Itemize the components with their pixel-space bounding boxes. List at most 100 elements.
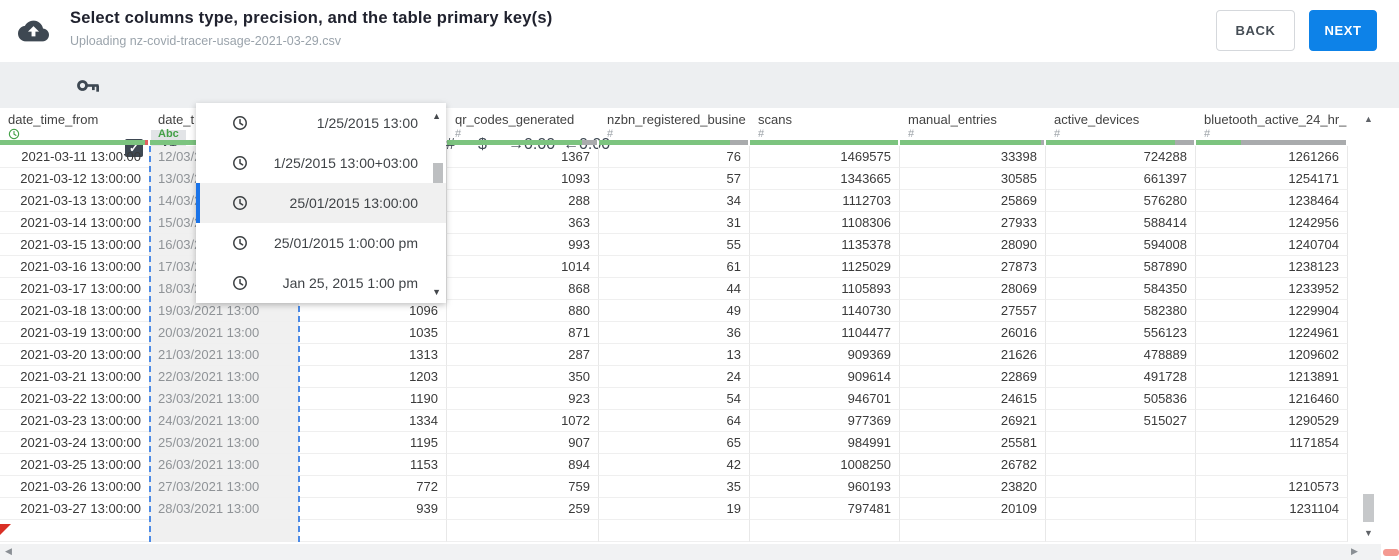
table-cell: 2021-03-24 13:00:00 [0,432,150,454]
date-format-option[interactable]: 1/25/2015 13:00+03:00 [196,143,446,183]
table-cell: 923 [447,388,599,410]
table-cell: 20109 [900,498,1046,520]
table-cell: 13 [599,344,750,366]
table-cell: 984991 [750,432,900,454]
table-cell: 1104477 [750,322,900,344]
table-cell: 1171854 [1196,432,1348,454]
table-cell: 28090 [900,234,1046,256]
table-cell: 1313 [299,344,447,366]
table-row: 2021-03-27 13:00:00 28/03/2021 13:00 939 25… [0,498,1348,520]
table-cell: 1153 [299,454,447,476]
table-cell: 1190 [299,388,447,410]
column-header-date_time_from[interactable]: date_time_from [0,108,150,140]
table-cell: 588414 [1046,212,1196,234]
table-cell: 491728 [1046,366,1196,388]
table-cell: 880 [447,300,599,322]
date-format-label: Jan 25, 2015 1:00 pm [282,275,418,291]
table-cell [1046,454,1196,476]
scroll-left-icon[interactable]: ◀ [5,546,12,557]
table-cell: 909369 [750,344,900,366]
table-cell: 19/03/2021 13:00 [150,300,299,322]
table-cell: 21626 [900,344,1046,366]
dropdown-scroll-down-icon[interactable]: ▼ [432,287,441,297]
table-cell: 1035 [299,322,447,344]
table-cell: 23820 [900,476,1046,498]
column-header-active_devices[interactable]: active_devices # [1046,108,1196,140]
date-format-option[interactable]: Jan 25, 2015 1:00 pm [196,263,446,303]
table-cell: 871 [447,322,599,344]
table-cell: 1261266 [1196,146,1348,168]
table-cell: 2021-03-27 13:00:00 [0,498,150,520]
table-cell: 1238123 [1196,256,1348,278]
table-cell: 26/03/2021 13:00 [150,454,299,476]
vertical-scrollbar[interactable]: ▲ ▼ [1360,108,1380,544]
table-cell: 909614 [750,366,900,388]
app-header: Select columns type, precision, and the … [0,0,1399,62]
next-button[interactable]: NEXT [1309,10,1377,51]
date-format-option[interactable]: 1/25/2015 13:00 [196,103,446,143]
table-cell: 1195 [299,432,447,454]
table-cell: 64 [599,410,750,432]
cloud-upload-icon [17,18,49,49]
primary-key-icon[interactable] [76,77,101,99]
table-cell: 28069 [900,278,1046,300]
table-cell: 907 [447,432,599,454]
table-cell: 939 [299,498,447,520]
table-cell: 946701 [750,388,900,410]
date-format-label: 1/25/2015 13:00 [316,115,418,131]
horizontal-scrollbar[interactable]: ◀ ▶ [0,544,1381,560]
column-header-bluetooth_active_24_hr_[interactable]: bluetooth_active_24_hr_ # [1196,108,1348,140]
table-cell: 1093 [447,168,599,190]
table-cell [1046,520,1196,542]
column-header-scans[interactable]: scans # [750,108,900,140]
table-cell: 2021-03-20 13:00:00 [0,344,150,366]
table-cell [299,520,447,542]
column-header-nzbn_registered_busine[interactable]: nzbn_registered_busine # [599,108,750,140]
table-cell: 26782 [900,454,1046,476]
column-type-label: # [908,128,915,140]
table-cell: 65 [599,432,750,454]
table-cell: 960193 [750,476,900,498]
table-cell: 44 [599,278,750,300]
table-cell: 1229904 [1196,300,1348,322]
table-row: 2021-03-24 13:00:00 25/03/2021 13:00 1195 9… [0,432,1348,454]
table-cell: 582380 [1046,300,1196,322]
table-cell: 2021-03-15 13:00:00 [0,234,150,256]
table-cell: 259 [447,498,599,520]
table-cell: 49 [599,300,750,322]
table-cell: 21/03/2021 13:00 [150,344,299,366]
table-cell: 1216460 [1196,388,1348,410]
table-cell: 2021-03-14 13:00:00 [0,212,150,234]
date-format-option-selected[interactable]: 25/01/2015 13:00:00 [196,183,446,223]
upload-wizard-page: Select columns type, precision, and the … [0,0,1399,560]
table-cell: 1290529 [1196,410,1348,432]
table-cell: 363 [447,212,599,234]
table-cell: 515027 [1046,410,1196,432]
table-cell: 587890 [1046,256,1196,278]
table-cell: 288 [447,190,599,212]
table-cell: 868 [447,278,599,300]
datetime-type-icon [8,128,142,140]
column-header-qr_codes_generated[interactable]: qr_codes_generated # [447,108,599,140]
scroll-down-icon[interactable]: ▼ [1364,528,1373,538]
table-cell: 2021-03-11 13:00:00 [0,146,150,168]
table-cell: 556123 [1046,322,1196,344]
column-header-manual_entries[interactable]: manual_entries # [900,108,1046,140]
vertical-scrollbar-thumb[interactable] [1363,494,1374,522]
table-cell: 54 [599,388,750,410]
upload-filename-subtitle: Uploading nz-covid-tracer-usage-2021-03-… [70,34,341,48]
scroll-up-icon[interactable]: ▲ [1364,114,1373,124]
table-cell: 594008 [1046,234,1196,256]
table-cell [1046,432,1196,454]
column-type-label: # [607,128,614,140]
table-cell: 1240704 [1196,234,1348,256]
table-cell: 1209602 [1196,344,1348,366]
table-cell: 287 [447,344,599,366]
table-row: 2021-03-26 13:00:00 27/03/2021 13:00 772 75… [0,476,1348,498]
scroll-right-icon[interactable]: ▶ [1351,546,1358,557]
date-format-option[interactable]: 25/01/2015 1:00:00 pm [196,223,446,263]
table-cell: 36 [599,322,750,344]
table-cell: 797481 [750,498,900,520]
back-button[interactable]: BACK [1216,10,1295,51]
table-row: 2021-03-21 13:00:00 22/03/2021 13:00 1203 3… [0,366,1348,388]
